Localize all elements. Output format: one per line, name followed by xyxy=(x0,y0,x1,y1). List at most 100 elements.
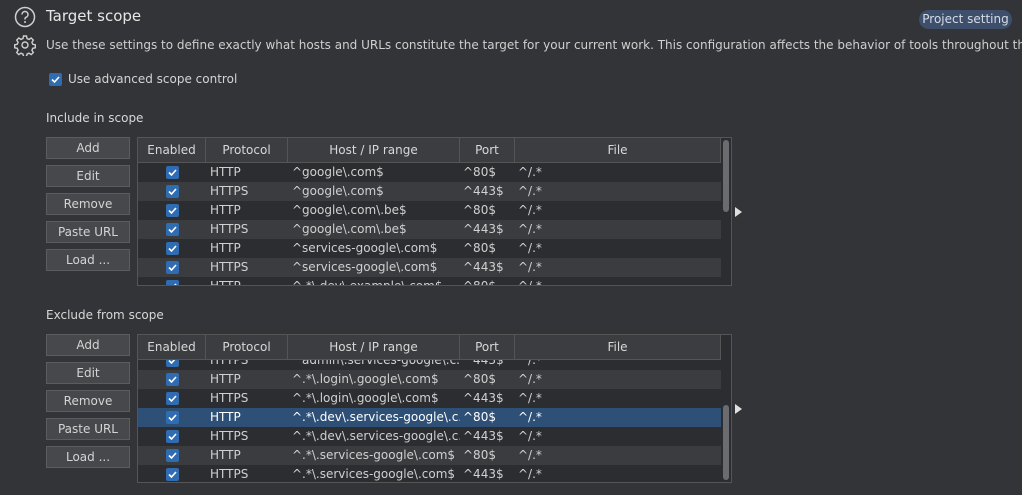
enabled-cell xyxy=(138,239,206,258)
port-cell: ^80$ xyxy=(463,448,496,462)
advanced-scope-checkbox[interactable] xyxy=(49,72,62,86)
protocol-cell: HTTP xyxy=(210,203,241,217)
column-header-protocol[interactable]: Protocol xyxy=(206,138,288,162)
vertical-scrollbar[interactable] xyxy=(722,138,730,285)
exclude-paste-url-button[interactable]: Paste URL xyxy=(46,418,130,440)
column-header-port[interactable]: Port xyxy=(460,138,515,162)
table-row[interactable]: HTTP ^.*\.dev\.example\.com$ ^80$ ^/.* xyxy=(138,277,721,286)
checkmark-icon xyxy=(167,395,177,403)
scrollbar-thumb[interactable] xyxy=(723,140,729,212)
exclude-add-button[interactable]: Add xyxy=(46,334,130,356)
column-header-enabled[interactable]: Enabled xyxy=(138,335,206,359)
enabled-checkbox[interactable] xyxy=(165,223,179,236)
enabled-checkbox[interactable] xyxy=(165,204,179,217)
column-header-file[interactable]: File xyxy=(515,335,721,359)
table-row[interactable]: HTTPS ^.*\.dev\.services-google\.c... ^443… xyxy=(138,427,721,446)
host-cell: ^services-google\.com$ xyxy=(292,260,438,274)
host-cell: ^.*\.dev\.example\.com$ xyxy=(292,279,443,286)
enabled-checkbox[interactable] xyxy=(165,373,179,386)
enabled-cell xyxy=(138,277,206,285)
exclude-remove-button[interactable]: Remove xyxy=(46,390,130,412)
include-add-button[interactable]: Add xyxy=(46,137,130,159)
table-row[interactable]: HTTPS ^services-google\.com$ ^443$ ^/.* xyxy=(138,258,721,277)
port-cell: ^443$ xyxy=(463,222,504,236)
checkmark-icon xyxy=(167,414,177,422)
table-row[interactable]: HTTP ^google\.com$ ^80$ ^/.* xyxy=(138,163,721,182)
protocol-cell: HTTP xyxy=(210,448,241,462)
port-cell: ^443$ xyxy=(463,391,504,405)
table-row[interactable]: HTTPS ^google\.com\.be$ ^443$ ^/.* xyxy=(138,220,721,239)
table-row[interactable]: HTTPS ^.*\.services-google\.com$ ^443$ ^/.* xyxy=(138,465,721,482)
include-paste-url-button[interactable]: Paste URL xyxy=(46,221,130,243)
table-row[interactable]: HTTPS ^admin\.services-google\.c... ^443$ ^… xyxy=(138,360,721,370)
protocol-cell: HTTPS xyxy=(210,467,249,481)
host-cell: ^google\.com\.be$ xyxy=(292,222,407,236)
column-header-file[interactable]: File xyxy=(515,138,721,162)
table-row[interactable]: HTTP ^services-google\.com$ ^80$ ^/.* xyxy=(138,239,721,258)
checkmark-icon xyxy=(167,169,177,177)
gear-icon[interactable] xyxy=(14,34,36,56)
table-row[interactable]: HTTPS ^.*\.login\.google\.com$ ^443$ ^/.* xyxy=(138,389,721,408)
expand-arrow-icon[interactable] xyxy=(735,404,742,414)
table-row[interactable]: HTTP ^.*\.dev\.services-google\.c... ^80$ ^… xyxy=(138,408,721,427)
enabled-checkbox[interactable] xyxy=(165,449,179,462)
port-cell: ^443$ xyxy=(463,184,504,198)
enabled-cell xyxy=(138,389,206,408)
checkmark-icon xyxy=(167,471,177,479)
expand-arrow-icon[interactable] xyxy=(735,207,742,217)
include-section-label: Include in scope xyxy=(46,111,144,125)
protocol-cell: HTTPS xyxy=(210,260,249,274)
file-cell: ^/.* xyxy=(518,410,542,424)
table-row[interactable]: HTTP ^.*\.services-google\.com$ ^80$ ^/.* xyxy=(138,446,721,465)
host-cell: ^.*\.services-google\.com$ xyxy=(292,448,456,462)
enabled-checkbox[interactable] xyxy=(165,430,179,443)
include-remove-button[interactable]: Remove xyxy=(46,193,130,215)
enabled-checkbox[interactable] xyxy=(165,166,179,179)
advanced-scope-control[interactable]: Use advanced scope control xyxy=(49,72,237,86)
protocol-cell: HTTP xyxy=(210,410,241,424)
scrollbar-thumb[interactable] xyxy=(723,405,729,480)
checkmark-icon xyxy=(167,433,177,441)
enabled-checkbox[interactable] xyxy=(165,360,179,367)
include-edit-button[interactable]: Edit xyxy=(46,165,130,187)
help-icon[interactable] xyxy=(14,6,36,28)
file-cell: ^/.* xyxy=(518,279,542,286)
enabled-checkbox[interactable] xyxy=(165,185,179,198)
exclude-load-button[interactable]: Load ... xyxy=(46,446,130,468)
table-row[interactable]: HTTPS ^google\.com$ ^443$ ^/.* xyxy=(138,182,721,201)
enabled-checkbox[interactable] xyxy=(165,261,179,274)
table-row[interactable]: HTTP ^google\.com\.be$ ^80$ ^/.* xyxy=(138,201,721,220)
enabled-cell xyxy=(138,182,206,201)
table-row[interactable]: HTTP ^.*\.login\.google\.com$ ^80$ ^/.* xyxy=(138,370,721,389)
enabled-cell xyxy=(138,427,206,446)
port-cell: ^80$ xyxy=(463,241,496,255)
enabled-checkbox[interactable] xyxy=(165,280,179,285)
exclude-edit-button[interactable]: Edit xyxy=(46,362,130,384)
enabled-cell xyxy=(138,408,206,427)
include-load-button[interactable]: Load ... xyxy=(46,249,130,271)
protocol-cell: HTTP xyxy=(210,165,241,179)
file-cell: ^/.* xyxy=(518,241,542,255)
vertical-scrollbar[interactable] xyxy=(722,335,730,482)
column-header-protocol[interactable]: Protocol xyxy=(206,335,288,359)
exclude-section-label: Exclude from scope xyxy=(46,308,164,322)
column-header-host-ip-range[interactable]: Host / IP range xyxy=(288,138,460,162)
description-text: Use these settings to define exactly wha… xyxy=(46,38,1022,52)
table-body: HTTP ^google\.com$ ^80$ ^/.* HTTPS ^google\.c… xyxy=(138,163,721,286)
enabled-checkbox[interactable] xyxy=(165,242,179,255)
enabled-checkbox[interactable] xyxy=(165,392,179,405)
column-header-enabled[interactable]: Enabled xyxy=(138,138,206,162)
column-header-port[interactable]: Port xyxy=(460,335,515,359)
checkmark-icon xyxy=(167,376,177,384)
enabled-cell xyxy=(138,258,206,277)
file-cell: ^/.* xyxy=(518,467,542,481)
enabled-checkbox[interactable] xyxy=(165,411,179,424)
enabled-cell xyxy=(138,201,206,220)
advanced-scope-label: Use advanced scope control xyxy=(68,72,238,86)
host-cell: ^google\.com\.be$ xyxy=(292,203,407,217)
enabled-checkbox[interactable] xyxy=(165,468,179,481)
enabled-cell xyxy=(138,446,206,465)
column-header-host-ip-range[interactable]: Host / IP range xyxy=(288,335,460,359)
file-cell: ^/.* xyxy=(518,391,542,405)
checkmark-icon xyxy=(167,245,177,253)
